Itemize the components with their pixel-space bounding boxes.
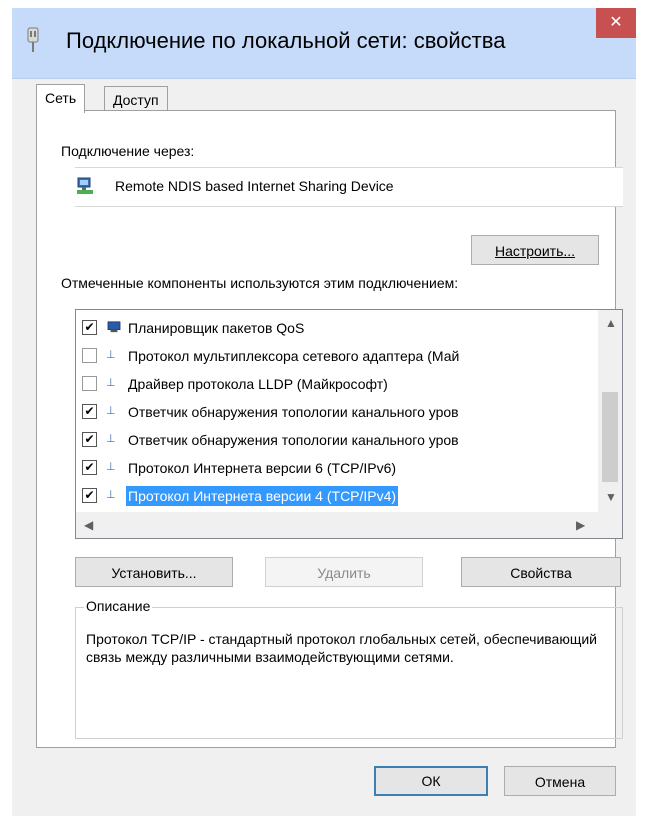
title-bar[interactable]: Подключение по локальной сети: свойства … <box>12 8 636 79</box>
connect-via-label: Подключение через: <box>61 143 195 159</box>
list-item-label: Ответчик обнаружения топологии канальног… <box>128 432 459 448</box>
properties-dialog: Подключение по локальной сети: свойства … <box>12 8 636 816</box>
properties-button[interactable]: Свойства <box>461 557 621 587</box>
tab-sharing[interactable]: Доступ <box>104 86 168 113</box>
list-item-label: Планировщик пакетов QoS <box>128 320 305 336</box>
description-text: Протокол TCP/IP - стандартный протокол г… <box>86 631 597 665</box>
list-item-label: Протокол Интернета версии 4 (TCP/IPv4) <box>126 486 399 506</box>
device-field: Remote NDIS based Internet Sharing Devic… <box>75 167 623 207</box>
protocol-icon: ⊥ <box>106 349 116 361</box>
protocol-icon: ⊥ <box>106 489 116 501</box>
ok-button[interactable]: ОК <box>374 766 488 796</box>
checkbox[interactable] <box>82 376 97 391</box>
protocol-icon: ⊥ <box>106 433 116 445</box>
description-title: Описание <box>84 598 153 614</box>
checkbox[interactable]: ✔ <box>82 432 97 447</box>
list-item-label: Протокол мультиплексора сетевого адаптер… <box>128 348 460 364</box>
device-name: Remote NDIS based Internet Sharing Devic… <box>115 178 394 194</box>
network-adapter-icon <box>77 177 93 194</box>
components-list[interactable]: ✔ Планировщик пакетов QoS ⊥ Протокол мул… <box>75 309 623 539</box>
tab-network[interactable]: Сеть <box>36 84 86 113</box>
description-group: Описание Протокол TCP/IP - стандартный п… <box>75 598 623 739</box>
list-item[interactable]: ✔ ⊥ Протокол Интернета версии 6 (TCP/IPv… <box>76 456 596 480</box>
qos-icon <box>107 321 121 333</box>
checkbox[interactable]: ✔ <box>82 320 97 335</box>
list-item[interactable]: ⊥ Протокол мультиплексора сетевого адапт… <box>76 344 596 368</box>
protocol-icon: ⊥ <box>106 461 116 473</box>
tab-panel: Подключение через: Remote NDIS based Int… <box>36 110 623 748</box>
close-button[interactable]: ✕ <box>596 8 636 38</box>
components-label: Отмеченные компоненты используются этим … <box>61 275 459 291</box>
scroll-up-icon[interactable]: ▲ <box>605 316 617 330</box>
list-item-label: Ответчик обнаружения топологии канальног… <box>128 404 459 420</box>
scroll-thumb[interactable] <box>602 392 618 482</box>
list-item[interactable]: ⊥ Драйвер протокола LLDP (Майкрософт) <box>76 372 596 396</box>
vertical-scrollbar[interactable]: ▲ ▼ <box>598 310 622 512</box>
list-item[interactable]: ✔ Планировщик пакетов QoS <box>76 316 596 340</box>
network-connection-icon <box>27 27 39 52</box>
list-item-label: Протокол Интернета версии 6 (TCP/IPv6) <box>128 460 397 476</box>
protocol-icon: ⊥ <box>106 405 116 417</box>
install-button[interactable]: Установить... <box>75 557 233 587</box>
list-item[interactable]: ✔ ⊥ Протокол Интернета версии 4 (TCP/IPv… <box>76 484 596 508</box>
list-item-label: Драйвер протокола LLDP (Майкрософт) <box>128 376 388 392</box>
cancel-button[interactable]: Отмена <box>504 766 616 796</box>
list-item[interactable]: ✔ ⊥ Ответчик обнаружения топологии канал… <box>76 400 596 424</box>
scroll-down-icon[interactable]: ▼ <box>605 490 617 504</box>
horizontal-scrollbar[interactable]: ◀ ▶ <box>76 512 622 538</box>
checkbox[interactable]: ✔ <box>82 460 97 475</box>
configure-button[interactable]: Настроить... <box>471 235 599 265</box>
remove-button[interactable]: Удалить <box>265 557 423 587</box>
list-item[interactable]: ✔ ⊥ Ответчик обнаружения топологии канал… <box>76 428 596 452</box>
scroll-left-icon[interactable]: ◀ <box>84 518 93 532</box>
close-icon: ✕ <box>609 14 623 31</box>
checkbox[interactable]: ✔ <box>82 488 97 503</box>
scroll-right-icon[interactable]: ▶ <box>576 518 585 532</box>
protocol-icon: ⊥ <box>106 377 116 389</box>
checkbox[interactable]: ✔ <box>82 404 97 419</box>
window-title: Подключение по локальной сети: свойства <box>66 28 506 53</box>
checkbox[interactable] <box>82 348 97 363</box>
